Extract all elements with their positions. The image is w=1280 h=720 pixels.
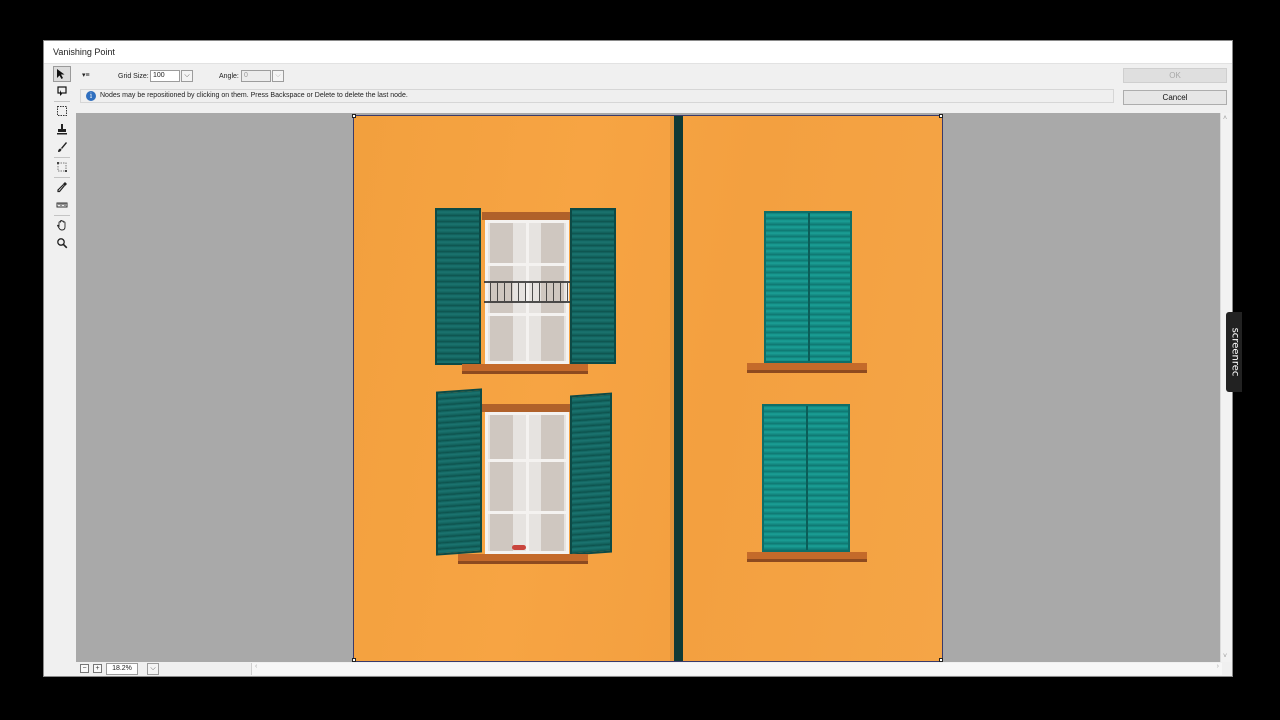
shutter-right-upper (570, 208, 616, 364)
flower-box (512, 545, 526, 550)
minus-icon: − (82, 665, 87, 672)
transform-tool[interactable] (53, 159, 71, 175)
tools-panel (52, 66, 74, 256)
shutter-right-lower (570, 392, 612, 556)
grid-size-label: Grid Size: (118, 73, 149, 80)
window-sill (747, 363, 867, 373)
marquee-tool[interactable] (53, 103, 71, 119)
zoom-level-field[interactable]: 18.2% (106, 663, 138, 675)
stamp-tool[interactable] (53, 121, 71, 137)
drain-pipe (674, 116, 683, 661)
window-sill (462, 364, 588, 374)
scroll-left-icon: ‹ (255, 663, 258, 670)
zoom-in-button[interactable]: + (93, 664, 102, 673)
chevron-down-icon: ⌵ (150, 665, 156, 672)
hand-tool[interactable] (53, 217, 71, 233)
zoom-tool[interactable] (53, 235, 71, 251)
plane-node[interactable] (352, 114, 356, 118)
ruler-icon (56, 202, 68, 208)
plus-icon: + (95, 665, 100, 672)
balcony-railing (484, 281, 570, 303)
window-title: Vanishing Point (53, 47, 115, 57)
info-message: Nodes may be repositioned by clicking on… (100, 92, 408, 99)
closed-shutters-upper-right (764, 211, 852, 363)
horizontal-scrollbar[interactable]: ‹ › (251, 663, 1222, 675)
brush-icon (58, 142, 67, 152)
stamp-icon (57, 124, 67, 135)
grid-size-dropdown[interactable]: ⌵ (181, 70, 193, 82)
plane-node[interactable] (939, 114, 943, 118)
create-plane-tool[interactable] (53, 83, 71, 99)
brush-tool[interactable] (53, 139, 71, 155)
chevron-down-icon: ⌵ (184, 72, 190, 79)
vanishing-point-dialog: Vanishing Point ▾≡ Grid Size: 100 ⌵ Angl… (43, 40, 1233, 677)
lower-left-window (485, 412, 569, 554)
measure-tool[interactable] (53, 197, 71, 213)
scroll-up-icon: ˄ (1223, 115, 1228, 122)
scroll-down-icon: ˅ (1223, 653, 1228, 660)
zoom-dropdown[interactable]: ⌵ (147, 663, 159, 675)
shutter-left-upper (435, 208, 481, 365)
info-bar: i Nodes may be repositioned by clicking … (80, 89, 1114, 103)
angle-field[interactable]: 0 (241, 70, 271, 82)
preview-canvas[interactable] (76, 113, 1220, 662)
chevron-down-icon: ⌵ (275, 72, 281, 79)
window-sill (458, 554, 588, 564)
status-bar: − + 18.2% ⌵ ‹ › (76, 662, 1231, 676)
create-plane-icon (57, 86, 67, 96)
facade-photo (352, 114, 943, 662)
screenrec-watermark: screenrec (1226, 312, 1242, 392)
eyedropper-icon (57, 182, 67, 193)
transform-icon (57, 162, 67, 172)
marquee-icon (57, 106, 67, 116)
closed-shutters-lower-right (762, 404, 850, 552)
eyedropper-tool[interactable] (53, 179, 71, 195)
title-bar: Vanishing Point (44, 41, 1232, 64)
scroll-right-icon: › (1216, 663, 1219, 670)
cancel-button[interactable]: Cancel (1123, 90, 1227, 105)
grid-size-field[interactable]: 100 (150, 70, 180, 82)
edit-plane-icon (57, 69, 65, 79)
zoom-out-button[interactable]: − (80, 664, 89, 673)
options-menu-icon: ▾≡ (82, 72, 90, 79)
edit-plane-tool[interactable] (53, 66, 71, 82)
angle-label: Angle: (219, 73, 239, 80)
watermark-text: screenrec (1229, 327, 1241, 377)
info-icon: i (86, 91, 96, 101)
ok-button[interactable]: OK (1123, 68, 1227, 83)
magnifier-icon (57, 238, 68, 249)
tool-options-menu[interactable]: ▾≡ (82, 71, 90, 79)
hand-icon (56, 220, 66, 231)
angle-dropdown[interactable]: ⌵ (272, 70, 284, 82)
shutter-left-lower (436, 388, 482, 556)
window-sill (747, 552, 867, 562)
